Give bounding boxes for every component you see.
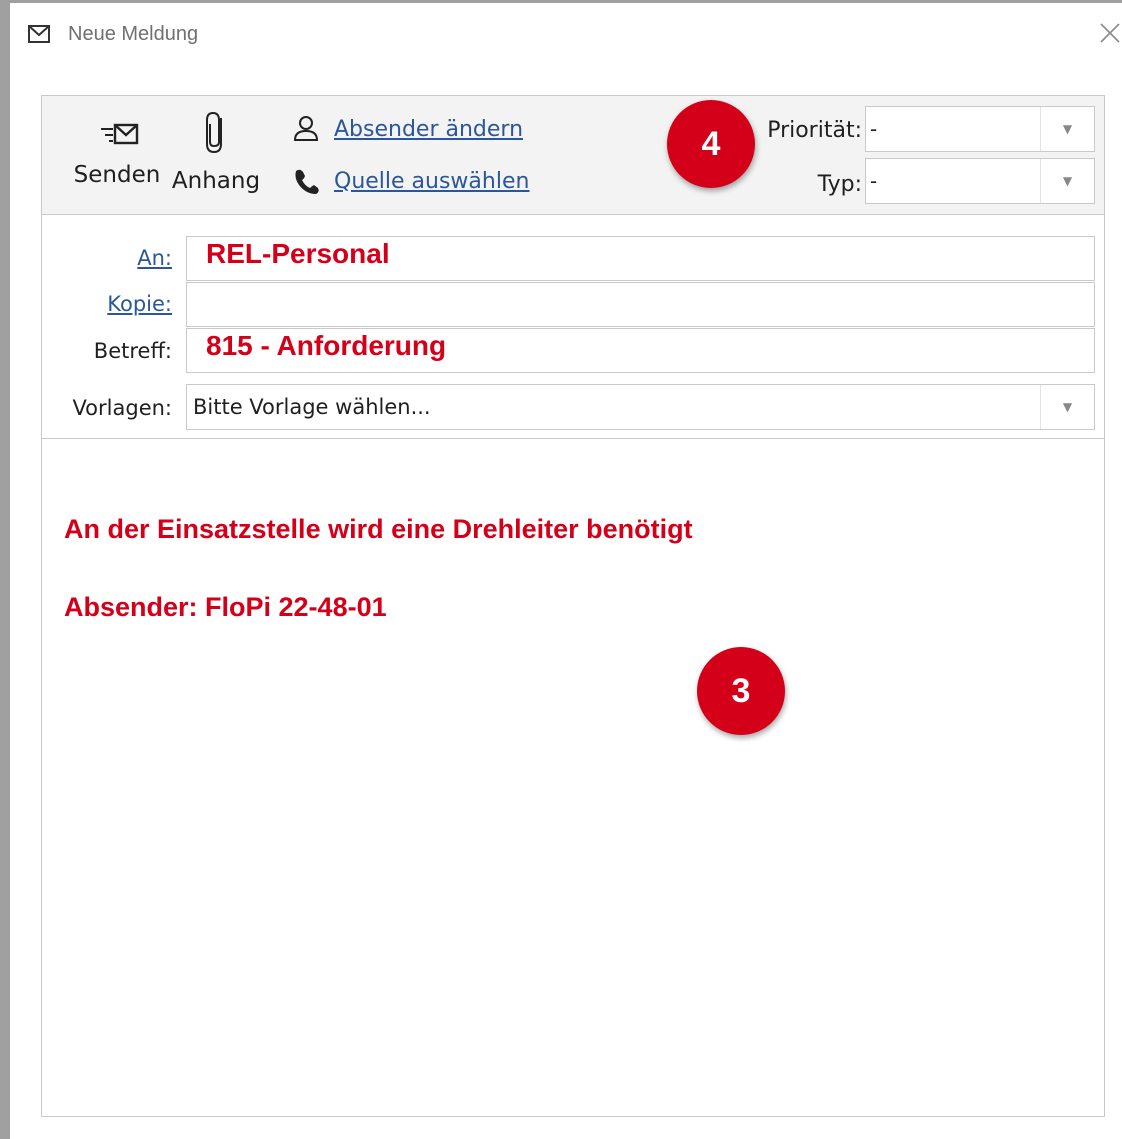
chevron-down-icon[interactable]: ▼ [1040, 107, 1094, 151]
person-icon [293, 116, 319, 141]
templates-select[interactable]: Bitte Vorlage wählen... ▼ [186, 384, 1095, 430]
type-label: Typ: [817, 172, 862, 197]
change-sender-link[interactable]: Absender ändern [292, 114, 523, 144]
change-sender-label[interactable]: Absender ändern [334, 117, 523, 142]
type-value: - [870, 169, 878, 193]
subject-field[interactable]: 815 - Anforderung [186, 328, 1095, 373]
templates-label: Vorlagen: [72, 396, 172, 420]
to-field[interactable]: REL-Personal [186, 236, 1095, 281]
priority-select[interactable]: - ▼ [865, 106, 1095, 152]
to-label[interactable]: An: [42, 246, 172, 270]
select-source-link[interactable]: Quelle auswählen [292, 166, 529, 196]
send-label: Senden [73, 162, 161, 188]
message-panel: Senden Anhang Absender ändern Quelle aus… [41, 95, 1105, 1117]
templates-value: Bitte Vorlage wählen... [193, 395, 431, 419]
chevron-down-icon[interactable]: ▼ [1040, 385, 1094, 429]
cc-field[interactable] [186, 282, 1095, 327]
close-icon[interactable] [1098, 21, 1122, 45]
paperclip-icon [206, 111, 222, 154]
subject-value: 815 - Anforderung [206, 330, 447, 361]
ribbon-toolbar: Senden Anhang Absender ändern Quelle aus… [42, 96, 1104, 215]
message-body-line[interactable]: Absender: FloPi 22-48-01 [64, 592, 387, 623]
phone-icon [295, 169, 319, 194]
attach-button[interactable]: Anhang [170, 110, 262, 194]
cc-label[interactable]: Kopie: [42, 292, 172, 316]
divider [42, 438, 1104, 439]
window-title: Neue Meldung [68, 23, 199, 45]
to-value: REL-Personal [206, 238, 390, 269]
type-select[interactable]: - ▼ [865, 158, 1095, 204]
message-body-line[interactable]: An der Einsatzstelle wird eine Drehleite… [64, 514, 693, 545]
annotation-badge: 3 [697, 647, 785, 735]
subject-label: Betreff: [93, 339, 172, 363]
priority-value: - [870, 117, 878, 141]
envelope-icon [28, 25, 50, 43]
send-icon [101, 123, 139, 145]
chevron-down-icon[interactable]: ▼ [1040, 159, 1094, 203]
send-button[interactable]: Senden [56, 116, 178, 188]
title-bar: Neue Meldung [10, 3, 1122, 63]
select-source-label[interactable]: Quelle auswählen [334, 169, 529, 194]
attach-label: Anhang [171, 168, 261, 194]
annotation-badge: 4 [667, 100, 755, 188]
